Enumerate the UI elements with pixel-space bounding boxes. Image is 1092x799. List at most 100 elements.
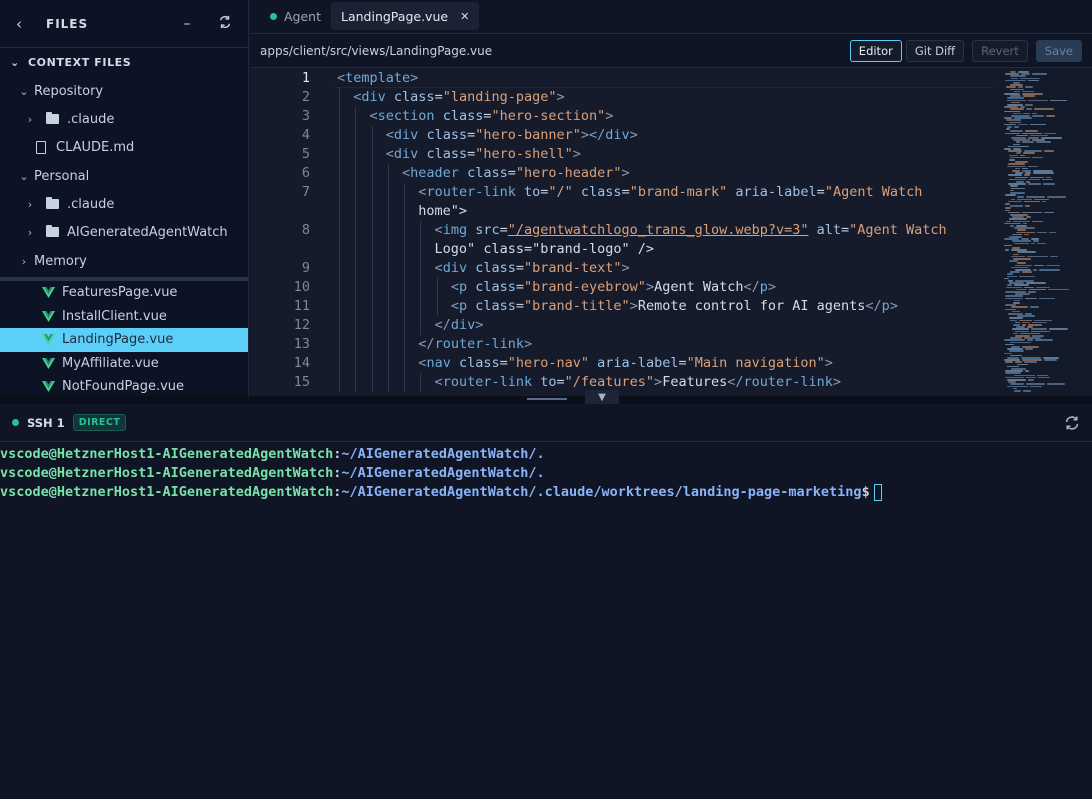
minimap-stroke xyxy=(1022,141,1034,143)
terminal-line: vscode@HetznerHost1-AIGeneratedAgentWatc… xyxy=(0,445,1092,464)
tree-group-personal[interactable]: ⌄ Personal xyxy=(0,162,248,190)
code-line[interactable]: 9 <div class="brand-text"> xyxy=(250,259,1000,278)
code-line[interactable]: 10 <p class="brand-eyebrow">Agent Watch</… xyxy=(250,278,1000,297)
file-explorer-sidebar: ‹ FILES – ⌄ CONTEXT FILES ⌄ Repository ›… xyxy=(0,0,249,396)
folder-icon xyxy=(46,112,59,124)
prompt-user: vscode@HetznerHost1-AIGeneratedAgentWatc… xyxy=(0,484,334,500)
list-item-featurespage[interactable]: FeaturesPage.vue xyxy=(0,281,248,305)
save-button[interactable]: Save xyxy=(1035,39,1082,62)
terminal-output[interactable]: vscode@HetznerHost1-AIGeneratedAgentWatc… xyxy=(0,442,1092,502)
chevron-right-icon: › xyxy=(27,112,33,126)
minimap-stroke xyxy=(1007,97,1024,99)
refresh-icon[interactable] xyxy=(1064,415,1080,431)
terminal-session-name[interactable]: SSH 1 xyxy=(27,416,65,430)
status-dot-icon xyxy=(270,12,277,20)
terminal-cursor xyxy=(873,483,882,501)
code-line[interactable]: 8 <img src="/agentwatchlogo_trans_glow.we… xyxy=(250,221,1000,240)
minimap-stroke xyxy=(1005,194,1016,196)
vue-icon xyxy=(42,381,55,393)
minimap-stroke xyxy=(1032,115,1044,117)
git-diff-button[interactable]: Git Diff xyxy=(905,39,965,62)
minimap-stroke xyxy=(1005,297,1023,300)
code-line[interactable]: 3 <section class="hero-section"> xyxy=(250,107,1000,126)
code-line[interactable]: 12 </div> xyxy=(250,316,1000,335)
minimap-stroke xyxy=(1007,275,1017,278)
tree-item-personal-claude-folder[interactable]: › .claude xyxy=(0,190,248,218)
minimap-stroke xyxy=(1012,328,1029,330)
minimap-stroke xyxy=(1025,104,1033,106)
code-text: <p class="brand-title">Remote control fo… xyxy=(450,298,898,314)
folder-icon xyxy=(46,197,59,209)
code-line[interactable]: 14 <nav class="hero-nav" aria-label="Main… xyxy=(250,354,1000,373)
minimap-stroke xyxy=(1015,176,1028,179)
vue-icon xyxy=(42,310,55,322)
code-line[interactable]: 1 <template> xyxy=(250,69,1000,88)
minimap-stroke xyxy=(1009,154,1018,157)
code-line[interactable]: 7 <router-link to="/" class="brand-mark" … xyxy=(250,183,1000,202)
code-line[interactable]: Logo" class="brand-logo" /> xyxy=(250,240,1000,259)
code-line[interactable]: 4 <div class="hero-banner"></div> xyxy=(250,126,1000,145)
minimap-stroke xyxy=(1023,390,1031,392)
minimap-stroke xyxy=(1005,361,1013,363)
list-item-myaffiliate[interactable]: MyAffiliate.vue xyxy=(0,352,248,376)
splitter-grip[interactable] xyxy=(527,398,567,400)
minimap-stroke xyxy=(1017,262,1026,264)
code-editor[interactable]: 1 <template> 2 <div class="landing-page"> 3 <… xyxy=(250,69,1000,396)
minimap-stroke xyxy=(1017,251,1036,253)
tree-item-label: .claude xyxy=(67,196,115,212)
list-item-installclient[interactable]: InstallClient.vue xyxy=(0,305,248,329)
tree-group-repository[interactable]: ⌄ Repository xyxy=(0,77,248,105)
code-line[interactable]: 13 </router-link> xyxy=(250,335,1000,354)
code-line[interactable]: 15 <router-link to="/features">Features</… xyxy=(250,373,1000,392)
list-item-notfoundpage[interactable]: NotFoundPage.vue xyxy=(0,375,248,396)
minimap-stroke xyxy=(1046,176,1051,179)
minimap-stroke xyxy=(1008,200,1022,203)
minimap-stroke xyxy=(1024,361,1037,363)
refresh-icon[interactable] xyxy=(214,15,236,33)
minimap-stroke xyxy=(1013,143,1020,146)
minimap-stroke xyxy=(1044,132,1056,135)
list-item-landingpage[interactable]: LandingPage.vue xyxy=(0,328,248,352)
code-line[interactable]: home"> xyxy=(250,202,1000,221)
editor-button[interactable]: Editor xyxy=(849,39,902,62)
minimap-stroke xyxy=(1014,126,1019,128)
minimap-stroke xyxy=(1046,115,1055,117)
minimap-stroke xyxy=(1010,205,1023,207)
tab-landingpage[interactable]: LandingPage.vue ✕ xyxy=(331,2,480,30)
code-line[interactable]: 6 <header class="hero-header"> xyxy=(250,164,1000,183)
minimap-stroke xyxy=(1036,141,1051,143)
minimap-stroke xyxy=(1006,286,1022,289)
minimap-stroke xyxy=(1016,141,1020,143)
terminal-header: SSH 1 DIRECT xyxy=(0,404,1092,442)
chevron-left-icon[interactable]: ‹ xyxy=(16,15,32,33)
minimap-stroke xyxy=(1028,99,1048,102)
tree-item-repo-claude-folder[interactable]: › .claude xyxy=(0,105,248,133)
tree-item-aigeneratedagentwatch-folder[interactable]: › AIGeneratedAgentWatch xyxy=(0,218,248,246)
minimap-stroke xyxy=(1012,240,1031,242)
tab-label: Agent xyxy=(284,8,321,24)
minimap[interactable] xyxy=(1000,69,1092,396)
revert-button[interactable]: Revert xyxy=(972,39,1028,62)
connection-badge: DIRECT xyxy=(72,414,127,431)
minimap-stroke xyxy=(1006,86,1016,88)
code-text: <template> xyxy=(337,70,419,86)
minimap-stroke xyxy=(1009,317,1023,319)
code-text: Logo" class="brand-logo" /> xyxy=(434,241,654,257)
panel-splitter[interactable]: ▼ xyxy=(0,390,1092,406)
code-line[interactable]: 2 <div class="landing-page"> xyxy=(250,88,1000,107)
tab-agent[interactable]: Agent xyxy=(260,2,331,30)
code-text: <div class="hero-banner"></div> xyxy=(385,127,638,143)
context-files-header[interactable]: ⌄ CONTEXT FILES xyxy=(0,48,248,76)
code-text: <router-link to="/" class="brand-mark" a… xyxy=(418,184,923,200)
minimap-stroke xyxy=(1005,249,1009,251)
code-line[interactable]: 11 <p class="brand-title">Remote control … xyxy=(250,297,1000,316)
code-line[interactable]: 5 <div class="hero-shell"> xyxy=(250,145,1000,164)
close-icon[interactable]: ✕ xyxy=(460,10,469,23)
minimap-stroke xyxy=(1025,370,1029,372)
tree-item-claude-md[interactable]: CLAUDE.md xyxy=(0,133,248,161)
tree-item-label: CLAUDE.md xyxy=(56,139,135,155)
prompt-user: vscode@HetznerHost1-AIGeneratedAgentWatc… xyxy=(0,465,334,481)
minus-icon[interactable]: – xyxy=(176,16,198,32)
minimap-stroke xyxy=(1042,178,1053,181)
tree-group-memory[interactable]: › Memory xyxy=(0,247,248,275)
